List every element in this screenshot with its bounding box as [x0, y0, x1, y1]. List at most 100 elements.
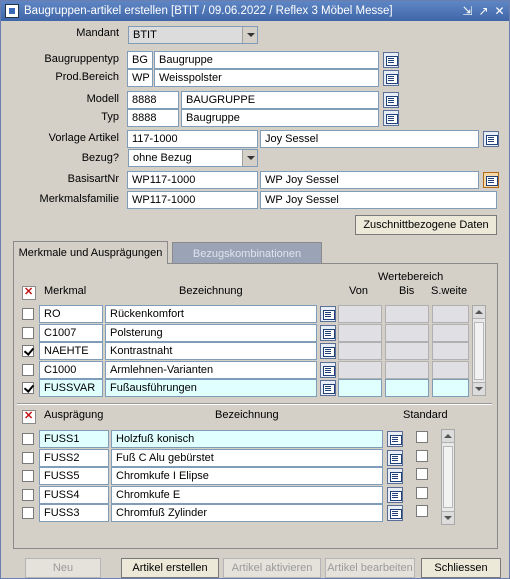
auspraegung-bezeichnung-field[interactable]: Chromkufe I Elipse	[111, 467, 383, 485]
scroll-up-icon[interactable]	[473, 306, 485, 319]
list-of-values-icon[interactable]	[320, 306, 336, 322]
von-field[interactable]	[338, 379, 382, 397]
row-checkbox[interactable]	[22, 451, 34, 464]
baugruppentyp-code-field[interactable]: BG	[127, 51, 153, 69]
bis-field[interactable]	[385, 360, 429, 379]
merkmal-code-field[interactable]: RO	[39, 305, 103, 323]
merkmal-code-field[interactable]: NAEHTE	[39, 342, 103, 360]
artikel-aktivieren-button[interactable]: Artikel aktivieren	[223, 558, 321, 578]
scroll-thumb[interactable]	[443, 446, 453, 508]
neu-button[interactable]: Neu	[25, 558, 101, 578]
modell-name-field[interactable]: BAUGRUPPE	[181, 91, 379, 109]
merkmal-code-field[interactable]: C1007	[39, 323, 103, 342]
merkmal-bezeichnung-field[interactable]: Armlehnen-Varianten	[105, 360, 317, 379]
typ-name-field[interactable]: Baugruppe	[181, 109, 379, 127]
auspraegung-code-field[interactable]: FUSS5	[39, 467, 109, 485]
sweite-field[interactable]	[432, 379, 469, 397]
standard-checkbox[interactable]	[416, 505, 428, 517]
bezug-select[interactable]: ohne Bezug	[128, 149, 258, 167]
list-of-values-icon[interactable]	[387, 468, 403, 484]
row-checkbox[interactable]	[22, 433, 34, 445]
bis-field[interactable]	[385, 342, 429, 360]
auspraegung-code-field[interactable]: FUSS4	[39, 485, 109, 504]
artikel-bearbeiten-button[interactable]: Artikel bearbeiten	[325, 558, 415, 578]
restore-icon[interactable]: ↗	[476, 3, 491, 19]
auspraegung-bezeichnung-field[interactable]: Chromkufe E	[111, 485, 383, 504]
auspraegung-bezeichnung-field[interactable]: Fuß C Alu gebürstet	[111, 448, 383, 467]
delete-row-icon[interactable]	[22, 409, 36, 424]
vorlage-artikel-lov-button[interactable]	[483, 131, 499, 147]
modell-code-field[interactable]: 8888	[127, 91, 179, 109]
sweite-field[interactable]	[432, 360, 469, 379]
merkmal-bezeichnung-field[interactable]: Kontrastnaht	[105, 342, 317, 360]
bis-field[interactable]	[385, 323, 429, 342]
standard-checkbox[interactable]	[416, 486, 428, 499]
row-checkbox[interactable]	[22, 507, 34, 519]
bis-field[interactable]	[385, 305, 429, 323]
bis-field[interactable]	[385, 379, 429, 397]
sweite-field[interactable]	[432, 323, 469, 342]
baugruppentyp-lov-button[interactable]	[383, 52, 399, 68]
scroll-thumb[interactable]	[474, 322, 484, 380]
baugruppentyp-name-field[interactable]: Baugruppe	[154, 51, 379, 69]
list-of-values-icon[interactable]	[387, 505, 403, 521]
prod-bereich-code-field[interactable]: WP	[127, 69, 153, 87]
row-checkbox[interactable]	[22, 326, 34, 339]
list-of-values-icon[interactable]	[320, 324, 336, 341]
von-field[interactable]	[338, 323, 382, 342]
auspraegungen-scrollbar[interactable]	[441, 429, 455, 525]
row-checkbox[interactable]	[22, 345, 34, 357]
row-checkbox[interactable]	[22, 470, 34, 482]
scroll-up-icon[interactable]	[442, 430, 454, 443]
close-icon[interactable]: ✕	[492, 3, 507, 19]
mandant-select[interactable]: BTIT	[128, 26, 258, 44]
scroll-down-icon[interactable]	[473, 382, 485, 395]
artikel-erstellen-button[interactable]: Artikel erstellen	[121, 558, 219, 578]
basisartnr-code-field[interactable]: WP117-1000	[127, 171, 258, 189]
auspraegung-code-field[interactable]: FUSS3	[39, 504, 109, 522]
merkmal-bezeichnung-field[interactable]: Polsterung	[105, 323, 317, 342]
merkmalsfamilie-name-field[interactable]: WP Joy Sessel	[260, 191, 497, 209]
minimize-icon[interactable]: ⇲	[460, 3, 475, 19]
row-checkbox[interactable]	[22, 488, 34, 501]
chevron-down-icon[interactable]	[242, 150, 257, 166]
sweite-field[interactable]	[432, 342, 469, 360]
list-of-values-icon[interactable]	[320, 380, 336, 396]
list-of-values-icon[interactable]	[387, 449, 403, 466]
sweite-field[interactable]	[432, 305, 469, 323]
auspraegung-bezeichnung-field[interactable]: Chromfuß Zylinder	[111, 504, 383, 522]
auspraegung-code-field[interactable]: FUSS1	[39, 430, 109, 448]
merkmalsfamilie-code-field[interactable]: WP117-1000	[127, 191, 258, 209]
auspraegung-bezeichnung-field[interactable]: Holzfuß konisch	[111, 430, 383, 448]
typ-lov-button[interactable]	[383, 110, 399, 126]
prod-bereich-lov-button[interactable]	[383, 70, 399, 86]
auspraegung-code-field[interactable]: FUSS2	[39, 448, 109, 467]
schliessen-button[interactable]: Schliessen	[421, 558, 501, 578]
standard-checkbox[interactable]	[416, 431, 428, 443]
merkmal-bezeichnung-field[interactable]: Rückenkomfort	[105, 305, 317, 323]
tab-bezugskombinationen[interactable]: Bezugskombinationen	[172, 242, 322, 265]
vorlage-artikel-name-field[interactable]: Joy Sessel	[260, 130, 479, 148]
merkmal-code-field[interactable]: FUSSVAR	[39, 379, 103, 397]
list-of-values-icon[interactable]	[320, 343, 336, 359]
prod-bereich-name-field[interactable]: Weisspolster	[154, 69, 379, 87]
row-checkbox[interactable]	[22, 382, 34, 394]
list-of-values-icon[interactable]	[387, 486, 403, 503]
von-field[interactable]	[338, 360, 382, 379]
merkmale-scrollbar[interactable]	[472, 305, 486, 396]
merkmal-bezeichnung-field[interactable]: Fußausführungen	[105, 379, 317, 397]
von-field[interactable]	[338, 305, 382, 323]
von-field[interactable]	[338, 342, 382, 360]
list-of-values-icon[interactable]	[387, 431, 403, 447]
tab-merkmale[interactable]: Merkmale und Ausprägungen	[13, 241, 168, 264]
delete-row-icon[interactable]	[22, 285, 36, 300]
zuschnitt-button[interactable]: Zuschnittbezogene Daten	[355, 215, 497, 235]
standard-checkbox[interactable]	[416, 468, 428, 480]
chevron-down-icon[interactable]	[242, 27, 257, 43]
merkmal-code-field[interactable]: C1000	[39, 360, 103, 379]
standard-checkbox[interactable]	[416, 449, 428, 462]
basisartnr-lov-button[interactable]	[483, 172, 499, 188]
basisartnr-name-field[interactable]: WP Joy Sessel	[260, 171, 479, 189]
row-checkbox[interactable]	[22, 363, 34, 376]
row-checkbox[interactable]	[22, 308, 34, 320]
